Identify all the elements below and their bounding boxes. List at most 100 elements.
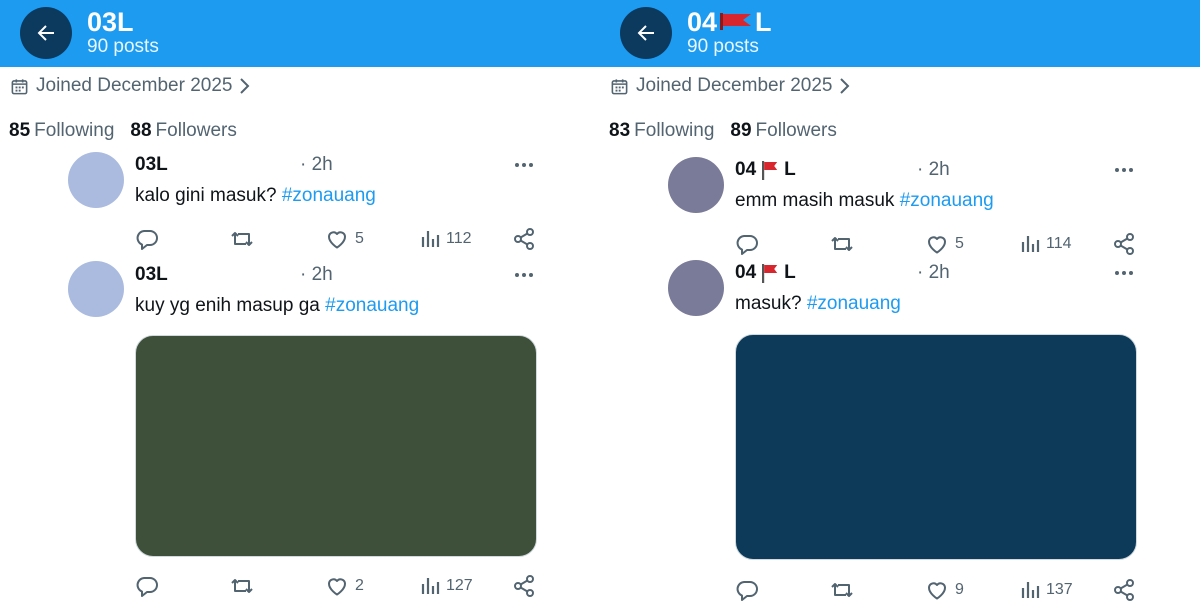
follow-stats: 83 Following 89 Followers: [609, 120, 837, 142]
view-count: 112: [446, 230, 472, 247]
hashtag-link[interactable]: #zonauang: [900, 190, 994, 211]
tweet-actions: 2 127: [135, 573, 540, 599]
more-options-button[interactable]: [1110, 158, 1138, 182]
reply-button[interactable]: [135, 573, 159, 599]
view-count: 114: [1046, 235, 1072, 252]
avatar[interactable]: [68, 261, 124, 317]
followers-count: 88: [130, 120, 152, 141]
tweet-media-image[interactable]: [135, 335, 537, 557]
views-button[interactable]: 114: [1020, 231, 1072, 257]
tweet-text: kalo gini masuk? #zonauang: [135, 183, 376, 209]
tweet-text-body: emm masih masuk: [735, 190, 895, 211]
arrow-left-icon: [37, 25, 54, 41]
tweet-timestamp[interactable]: · 2h: [300, 153, 333, 177]
more-options-button[interactable]: [510, 153, 538, 177]
followers-count: 89: [730, 120, 752, 141]
views-button[interactable]: 112: [420, 226, 472, 252]
heart-icon: [928, 582, 946, 600]
like-button[interactable]: 5: [325, 226, 364, 252]
tweet-text: masuk? #zonauang: [735, 291, 901, 317]
views-button[interactable]: 127: [420, 573, 473, 599]
views-icon: [421, 231, 440, 247]
tweet-actions: 9 137: [735, 577, 1140, 602]
chevron-right-icon: [840, 78, 850, 94]
retweet-button[interactable]: [829, 577, 855, 602]
like-count: 2: [355, 577, 364, 594]
following-label: Following: [34, 120, 115, 141]
arrow-left-icon: [637, 25, 654, 41]
retweet-button[interactable]: [229, 573, 255, 599]
retweet-button[interactable]: [829, 231, 855, 257]
header-name-prefix: 04: [687, 7, 718, 37]
share-icon: [514, 575, 534, 597]
share-icon: [1114, 233, 1134, 255]
more-options-button[interactable]: [510, 263, 538, 287]
retweet-button[interactable]: [229, 226, 255, 252]
tweet-timestamp[interactable]: · 2h: [917, 158, 950, 182]
tweet-timestamp[interactable]: · 2h: [300, 263, 333, 287]
avatar[interactable]: [68, 152, 124, 208]
tweet-author-name[interactable]: 03L: [135, 153, 168, 177]
more-options-button[interactable]: [1110, 261, 1138, 285]
header-name-text: 03L: [87, 7, 134, 37]
tweet-author-name[interactable]: 03L: [135, 263, 168, 287]
profile-header: 03L 90 posts: [0, 0, 600, 67]
share-button[interactable]: [512, 573, 536, 599]
screenshot-composite: 03L 90 posts Joined December 2025 85 Foll…: [0, 0, 1200, 602]
reply-icon: [736, 581, 758, 601]
share-button[interactable]: [1112, 577, 1136, 602]
heart-icon: [328, 578, 346, 596]
tweet-author-name[interactable]: 04 L: [735, 261, 796, 285]
avatar[interactable]: [668, 157, 724, 213]
view-count: 137: [1046, 581, 1073, 598]
hashtag-link[interactable]: #zonauang: [282, 185, 376, 206]
following-link[interactable]: 85 Following: [9, 120, 114, 142]
author-name-suffix: L: [784, 262, 796, 283]
like-button[interactable]: 5: [925, 231, 964, 257]
author-name-suffix: L: [784, 159, 796, 180]
followers-link[interactable]: 89 Followers: [730, 120, 836, 142]
followers-label: Followers: [155, 120, 237, 141]
heart-icon: [928, 236, 946, 254]
profile-header: 04 L 90 posts: [600, 0, 1200, 67]
tweet-author-name[interactable]: 04 L: [735, 158, 796, 182]
tweet-media-image[interactable]: [735, 334, 1137, 560]
share-button[interactable]: [512, 226, 536, 252]
tweet-timestamp[interactable]: · 2h: [917, 261, 950, 285]
tweet-text-body: masuk?: [735, 293, 802, 314]
reply-button[interactable]: [735, 231, 759, 257]
red-flag-emoji: [762, 161, 778, 180]
views-icon: [1021, 236, 1040, 252]
view-count: 127: [446, 577, 473, 594]
retweet-icon: [831, 237, 853, 251]
author-name-prefix: 04: [735, 262, 757, 283]
joined-date-link[interactable]: Joined December 2025: [610, 74, 851, 98]
calendar-icon: [11, 78, 28, 94]
following-count: 83: [609, 120, 631, 141]
header-name-suffix: L: [755, 7, 772, 37]
views-icon: [421, 578, 440, 594]
following-link[interactable]: 83 Following: [609, 120, 714, 142]
followers-link[interactable]: 88 Followers: [130, 120, 236, 142]
avatar[interactable]: [668, 260, 724, 316]
share-button[interactable]: [1112, 231, 1136, 257]
joined-date-link[interactable]: Joined December 2025: [10, 74, 251, 98]
red-flag-emoji: [762, 264, 778, 283]
hashtag-link[interactable]: #zonauang: [807, 293, 901, 314]
back-button[interactable]: [20, 7, 72, 59]
header-post-count: 90 posts: [687, 36, 759, 57]
joined-text: Joined December 2025: [36, 75, 233, 96]
reply-button[interactable]: [135, 226, 159, 252]
like-button[interactable]: 9: [925, 577, 964, 602]
views-button[interactable]: 137: [1020, 577, 1073, 602]
author-name-text: 03L: [135, 264, 168, 285]
followers-label: Followers: [755, 120, 837, 141]
back-button[interactable]: [620, 7, 672, 59]
header-post-count: 90 posts: [87, 36, 159, 57]
retweet-icon: [231, 579, 253, 593]
hashtag-link[interactable]: #zonauang: [325, 295, 419, 316]
follow-stats: 85 Following 88 Followers: [9, 120, 237, 142]
share-icon: [514, 228, 534, 250]
like-button[interactable]: 2: [325, 573, 364, 599]
reply-button[interactable]: [735, 577, 759, 602]
